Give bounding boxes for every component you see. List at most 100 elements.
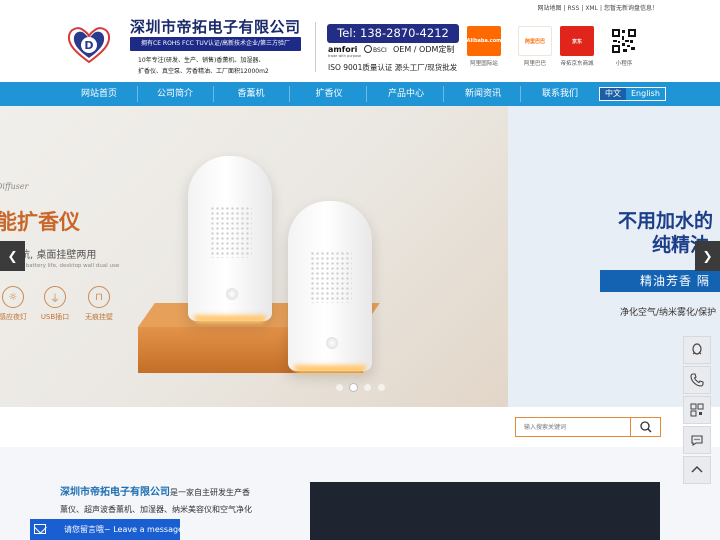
store-label: 帝拓京东商城 bbox=[560, 61, 594, 67]
top-links: 网站地图 | RSS | XML | 您暂无新询盘信息！ bbox=[537, 3, 658, 12]
leave-message-label: 请您留言哦~ Leave a message bbox=[64, 525, 183, 534]
search-button[interactable] bbox=[630, 418, 660, 436]
bsci-logo: BSCI bbox=[364, 45, 387, 54]
slide-dot[interactable] bbox=[364, 384, 371, 391]
bsci-label: BSCI bbox=[373, 47, 387, 54]
lang-chinese[interactable]: 中文 bbox=[600, 88, 626, 100]
chevron-left-icon: ❮ bbox=[7, 249, 18, 263]
search-icon bbox=[639, 421, 652, 433]
usb-icon: ⏚ bbox=[44, 286, 66, 308]
night-light-glow bbox=[294, 365, 366, 373]
logo-heart-icon: D bbox=[67, 27, 111, 64]
search-box bbox=[515, 417, 661, 437]
amfori-tagline: trade with purpose bbox=[328, 54, 362, 58]
qq-button[interactable] bbox=[683, 336, 711, 364]
chevron-right-icon: ❯ bbox=[702, 249, 713, 263]
company-video[interactable] bbox=[310, 482, 660, 540]
feature-night-light: ☼ 感应夜灯 bbox=[0, 286, 30, 322]
sensor-icon bbox=[326, 337, 338, 349]
store-1688[interactable]: 阿里巴巴 阿里巴巴 bbox=[517, 26, 553, 67]
nav-separator bbox=[443, 86, 444, 102]
xml-link[interactable]: XML bbox=[585, 5, 598, 12]
language-switcher: 中文 English bbox=[599, 87, 666, 101]
feature-label: USB插口 bbox=[40, 313, 70, 321]
diffuser-product-image bbox=[188, 156, 272, 323]
qrcode-icon bbox=[690, 403, 704, 417]
nav-item-contact[interactable]: 联系我们 bbox=[529, 82, 591, 106]
iso-certification: ISO 9001质量认证 源头工厂/现货批发 bbox=[328, 63, 458, 72]
separator: | bbox=[563, 5, 566, 12]
nav-separator bbox=[366, 86, 367, 102]
slide-dot[interactable] bbox=[378, 384, 385, 391]
wechat-icon bbox=[691, 435, 703, 447]
store-jd[interactable]: 京东 帝拓京东商城 bbox=[559, 26, 595, 67]
rss-link[interactable]: RSS bbox=[567, 5, 579, 12]
diffuser-product-image bbox=[288, 201, 372, 373]
nav-item-news[interactable]: 新闻资讯 bbox=[452, 82, 514, 106]
wechat-button[interactable] bbox=[683, 426, 711, 454]
feature-label: 感应夜灯 bbox=[0, 313, 27, 321]
jd-icon: 京东 bbox=[560, 26, 594, 56]
separator: | bbox=[599, 5, 602, 12]
banner-slide-current: Diffuser 能扩香仪 电续航, 桌面挂壁两用 charging batte… bbox=[0, 106, 508, 407]
oem-odm-label: OEM / ODM定制 bbox=[393, 45, 455, 54]
phone-number[interactable]: Tel: 138-2870-4212 bbox=[327, 24, 459, 43]
search-bar-section bbox=[0, 407, 720, 447]
nav-item-diffuser[interactable]: 扩香仪 bbox=[298, 82, 360, 106]
header-divider bbox=[315, 22, 316, 72]
phone-button[interactable] bbox=[683, 366, 711, 394]
phone-icon bbox=[690, 373, 704, 387]
night-light-glow bbox=[194, 315, 266, 323]
company-name: 深圳市帝拓电子有限公司 bbox=[130, 18, 301, 36]
wall-hook-icon: ⊓ bbox=[88, 286, 110, 308]
amfori-logo: amfori bbox=[328, 45, 358, 54]
sitemap-link[interactable]: 网站地图 bbox=[537, 5, 561, 12]
search-input[interactable] bbox=[516, 418, 630, 436]
slide-dot[interactable] bbox=[336, 384, 343, 391]
store-alibaba[interactable]: Alibaba.com 阿里国际站 bbox=[466, 26, 502, 67]
inquiry-link[interactable]: 您暂无新询盘信息！ bbox=[604, 5, 658, 12]
lang-english[interactable]: English bbox=[626, 88, 665, 100]
company-intro-line1: 10年专注(研发、生产、销售)香薰机、加湿器、 bbox=[138, 57, 265, 64]
banner-script-text: Diffuser bbox=[0, 182, 29, 191]
slide-dot-active[interactable] bbox=[350, 384, 357, 391]
company-intro-line2: 扩香仪、真空泵、芳香精油、工厂面积12000m2 bbox=[138, 68, 269, 75]
banner-title: 能扩香仪 bbox=[0, 210, 80, 234]
next-slide-button[interactable]: ❯ bbox=[695, 241, 720, 271]
certification-badge: 拥有CE ROHS FCC TUV认证/高新技术企业/第三方验厂 bbox=[130, 37, 301, 51]
qrcode-button[interactable] bbox=[683, 396, 711, 424]
nav-item-home[interactable]: 网站首页 bbox=[68, 82, 130, 106]
nav-separator bbox=[289, 86, 290, 102]
main-nav: 网站首页 公司简介 香薰机 扩香仪 产品中心 新闻资讯 联系我们 中文 Engl… bbox=[0, 82, 720, 106]
page: 网站地图 | RSS | XML | 您暂无新询盘信息！ D 深圳市帝拓电子有限公司 拥有C… bbox=[0, 0, 720, 540]
qrcode-icon bbox=[607, 26, 641, 56]
store-label: 阿里巴巴 bbox=[523, 61, 546, 67]
about-company-name: 深圳市帝拓电子有限公司 bbox=[60, 487, 170, 498]
next-slide-bar: 精油芳香 隔 bbox=[600, 270, 720, 292]
next-slide-title: 不用加水的 bbox=[618, 210, 714, 232]
nav-separator bbox=[520, 86, 521, 102]
jd-icon-text: 京东 bbox=[571, 38, 582, 45]
nav-item-aroma-machine[interactable]: 香薰机 bbox=[220, 82, 282, 106]
leave-message-button[interactable]: 请您留言哦~ Leave a message bbox=[30, 519, 183, 540]
store-label: 阿里国际站 bbox=[470, 61, 498, 67]
store-mini-program[interactable]: 小程序 bbox=[606, 26, 642, 67]
back-to-top-icon bbox=[691, 465, 703, 473]
feature-label: 无痕挂壁 bbox=[85, 313, 113, 321]
envelope-icon bbox=[34, 524, 46, 534]
hero-banner: Diffuser 能扩香仪 电续航, 桌面挂壁两用 charging batte… bbox=[0, 106, 720, 407]
separator: | bbox=[581, 5, 584, 12]
alibaba-icon: Alibaba.com bbox=[467, 26, 501, 56]
qr-graphic bbox=[611, 28, 637, 54]
sensor-icon bbox=[226, 288, 238, 300]
prev-slide-button[interactable]: ❮ bbox=[0, 241, 25, 271]
back-to-top-button[interactable] bbox=[683, 456, 711, 484]
nav-separator bbox=[137, 86, 138, 102]
nav-item-products[interactable]: 产品中心 bbox=[375, 82, 437, 106]
floating-toolbar bbox=[683, 336, 711, 486]
1688-icon-text: 阿里巴巴 bbox=[524, 38, 545, 45]
company-logo[interactable]: D bbox=[66, 24, 112, 64]
nav-item-about[interactable]: 公司简介 bbox=[144, 82, 206, 106]
feature-wall-mount: ⊓ 无痕挂壁 bbox=[82, 286, 116, 322]
1688-icon: 阿里巴巴 bbox=[518, 26, 552, 56]
